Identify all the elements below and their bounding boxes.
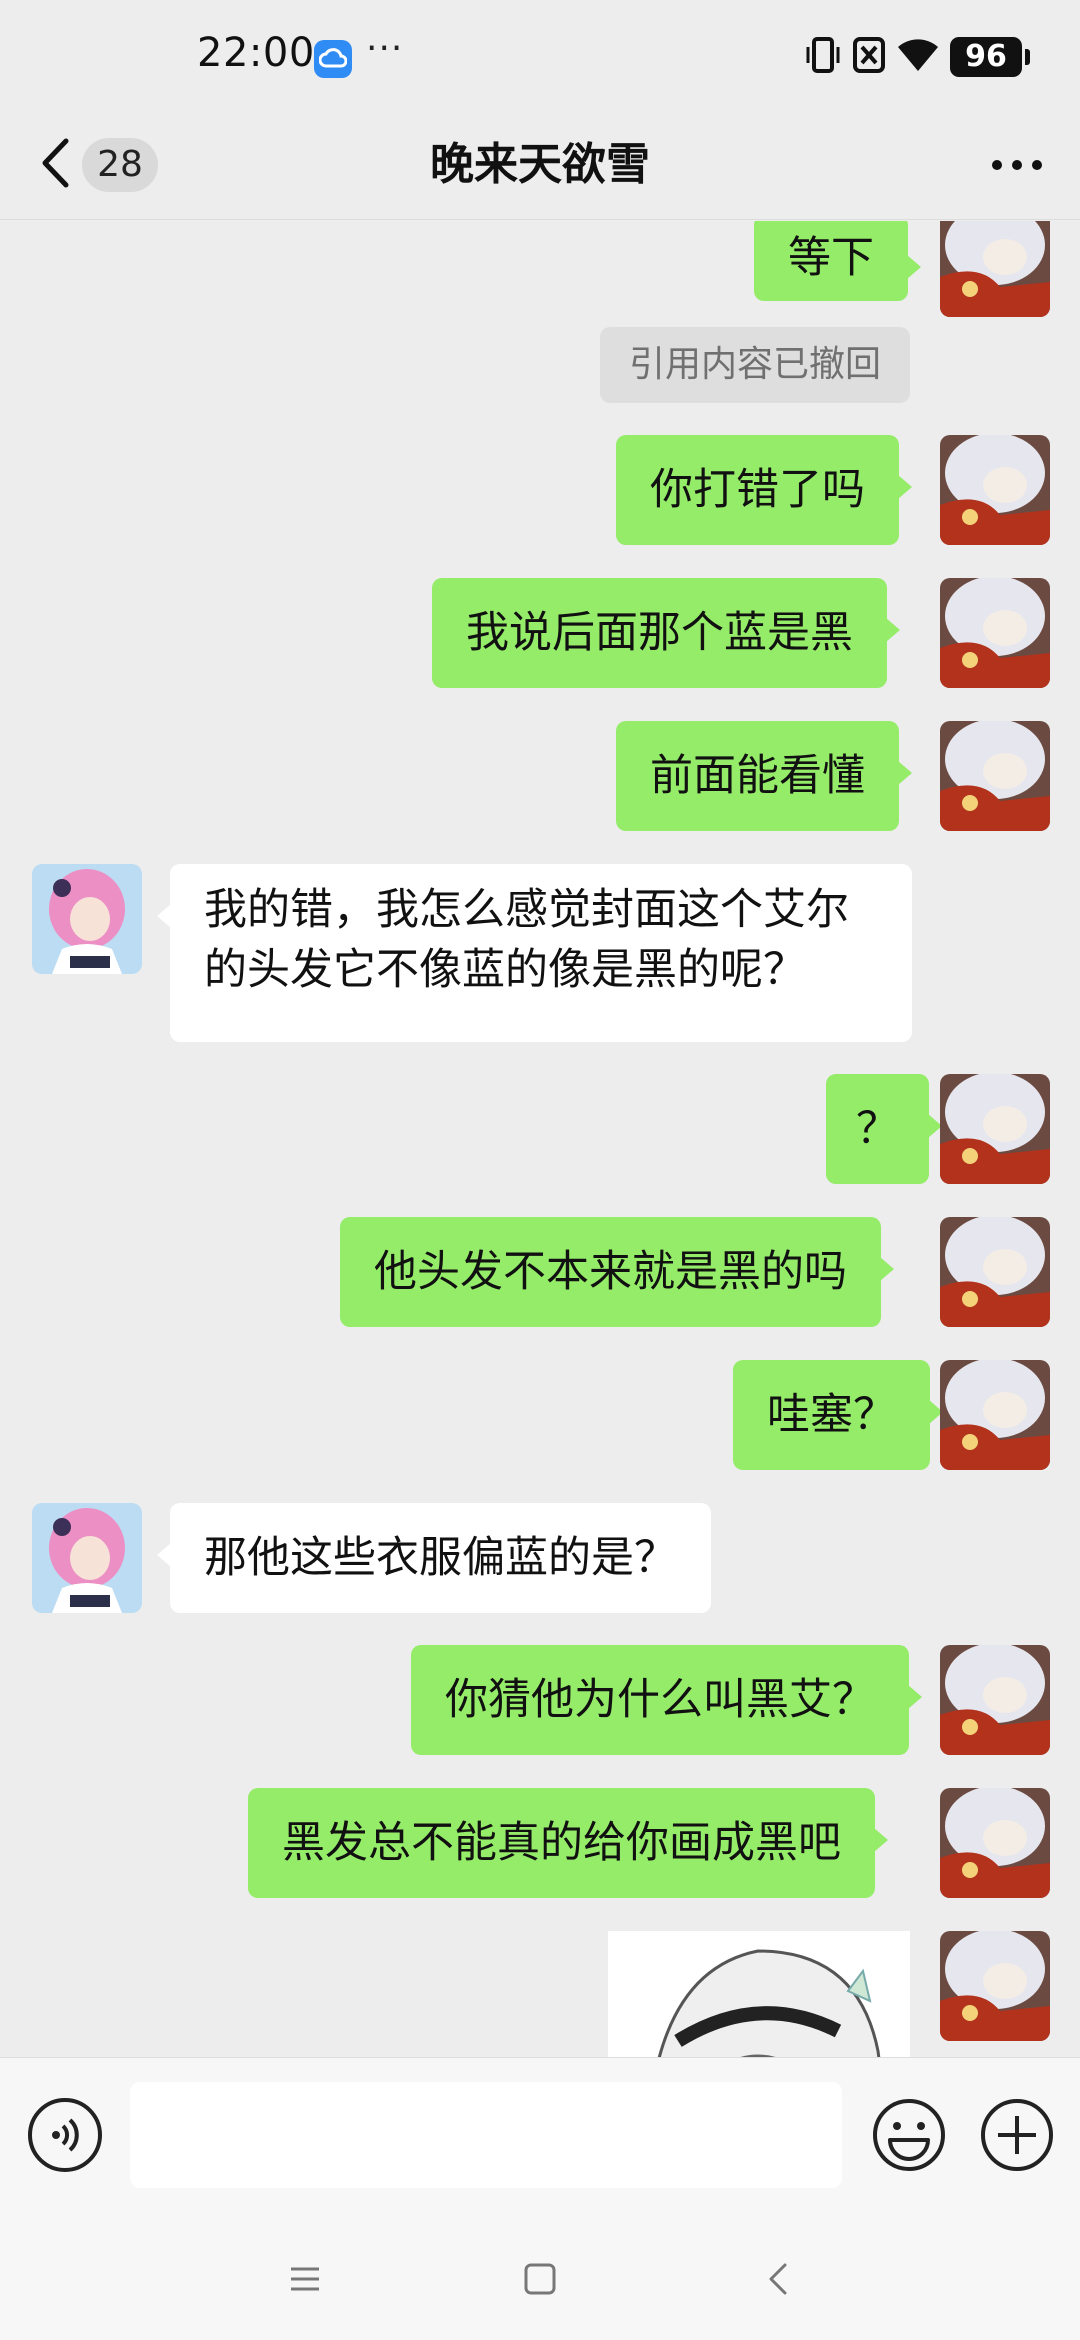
input-bar [0,2057,1080,2215]
message-bubble-outgoing[interactable]: 哇塞？ [733,1360,943,1470]
system-navigation-bar [0,2215,1080,2340]
chat-header: 28 晚来天欲雪 [0,110,1080,220]
unread-count-badge: 28 [82,138,158,192]
my-avatar[interactable] [940,1217,1050,1327]
notification-dots: ··· [366,28,404,69]
plus-icon [978,2099,1056,2178]
more-button[interactable] [984,138,1050,194]
message-input[interactable] [130,2082,842,2188]
my-avatar[interactable] [940,221,1050,317]
emoji-button[interactable] [870,2096,948,2174]
message-bubble-incoming[interactable]: 我的错，我怎么感觉封面这个艾尔的头发它不像蓝的像是黑的呢？ [157,864,912,1042]
message-bubble-outgoing[interactable]: 你打错了吗 [616,435,912,545]
wifi-icon [896,37,940,77]
message-bubble-outgoing[interactable]: 前面能看懂 [616,721,912,831]
status-bar: 22:00 ··· 96 [0,0,1080,110]
menu-icon[interactable] [283,2257,327,2301]
chat-screen: 22:00 ··· 96 28 晚来天欲雪 等下 引用内容已撤回 你打错了吗 我… [0,0,1080,2340]
message-bubble-outgoing[interactable]: ？ [826,1074,942,1184]
contact-avatar[interactable] [32,864,142,974]
my-avatar[interactable] [940,1788,1050,1898]
contact-avatar[interactable] [32,1503,142,1613]
message-bubble-outgoing[interactable]: 我说后面那个蓝是黑 [432,578,900,688]
back-icon[interactable] [757,2257,801,2301]
message-bubble-outgoing[interactable]: 你猜他为什么叫黑艾？ [411,1645,922,1755]
emoji-icon [870,2099,948,2178]
home-icon[interactable] [518,2257,562,2301]
status-icons: 96 [804,34,1030,80]
message-bubble-outgoing[interactable]: 黑发总不能真的给你画成黑吧 [248,1788,888,1898]
back-button[interactable]: 28 [40,130,170,200]
my-avatar[interactable] [940,578,1050,688]
cloud-icon [314,40,352,78]
recalled-quote-notice: 引用内容已撤回 [600,327,910,403]
message-bubble-outgoing[interactable]: 他头发不本来就是黑的吗 [340,1217,894,1327]
status-time: 22:00 [197,30,315,76]
message-list[interactable]: 等下 引用内容已撤回 你打错了吗 我说后面那个蓝是黑 前面能看懂 我的错，我怎么… [0,221,1080,2057]
my-avatar[interactable] [940,721,1050,831]
battery-icon: 96 [950,37,1030,77]
sticker-image[interactable] [608,1931,910,2057]
chevron-left-icon [40,137,70,193]
more-functions-button[interactable] [978,2096,1056,2174]
vibrate-icon [804,35,842,79]
message-bubble-incoming[interactable]: 那他这些衣服偏蓝的是？ [157,1503,711,1613]
my-avatar[interactable] [940,1645,1050,1755]
my-avatar[interactable] [940,1074,1050,1184]
my-avatar[interactable] [940,1360,1050,1470]
voice-button[interactable] [28,2098,102,2172]
message-bubble-outgoing[interactable]: 等下 [754,221,921,301]
my-avatar[interactable] [940,435,1050,545]
no-sim-icon [852,35,886,79]
more-dots-icon [990,157,1044,176]
my-avatar[interactable] [940,1931,1050,2041]
